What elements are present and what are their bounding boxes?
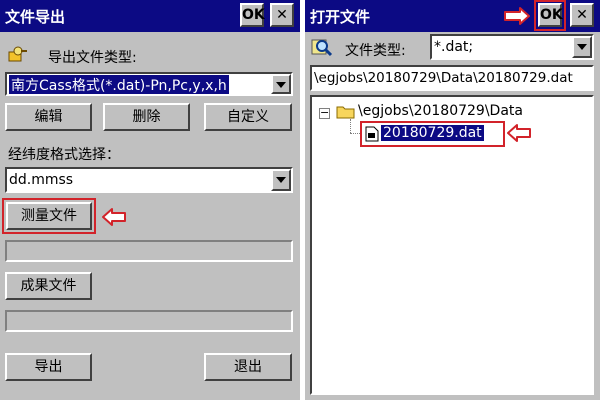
arrow-left-icon xyxy=(507,124,531,142)
tree-file-label[interactable]: 20180729.dat xyxy=(380,124,485,142)
file-tree[interactable]: − \egjobs\20180729\Data 20180729.dat xyxy=(310,95,594,395)
path-field[interactable]: \egjobs\20180729\Data\20180729.dat xyxy=(310,65,594,91)
file-type-label: 文件类型: xyxy=(345,43,406,59)
measure-file-button[interactable]: 测量文件 xyxy=(6,202,92,230)
arrow-right-icon xyxy=(504,7,530,25)
tree-expander[interactable]: − xyxy=(319,107,330,119)
edit-button[interactable]: 编辑 xyxy=(5,103,92,131)
export-button[interactable]: 导出 xyxy=(5,353,92,381)
file-icon xyxy=(365,126,379,146)
open-file-dialog: 打开文件 OK ✕ 文件类型: *.dat; \egjobs\20180729\… xyxy=(305,0,600,400)
export-dialog-titlebar: 文件导出 OK ✕ xyxy=(0,0,300,32)
latlon-format-dropdown-button[interactable] xyxy=(271,169,291,191)
arrow-left-icon xyxy=(102,208,126,226)
export-type-select[interactable]: 南方Cass格式(*.dat)-Pn,Pc,y,x,h xyxy=(5,72,293,96)
tree-folder-label[interactable]: \egjobs\20180729\Data xyxy=(358,103,523,119)
open-file-title: 打开文件 xyxy=(310,8,371,26)
open-close-button[interactable]: ✕ xyxy=(570,3,594,27)
key-icon xyxy=(8,45,28,67)
exit-button[interactable]: 退出 xyxy=(204,353,292,381)
export-type-label: 导出文件类型: xyxy=(48,50,137,66)
path-value: \egjobs\20180729\Data\20180729.dat xyxy=(314,70,573,86)
result-file-button[interactable]: 成果文件 xyxy=(5,272,92,300)
search-icon xyxy=(311,37,333,61)
export-type-dropdown-button[interactable] xyxy=(271,74,291,94)
latlon-format-value: dd.mmss xyxy=(9,172,74,188)
chevron-down-icon xyxy=(276,177,286,183)
export-dialog-title: 文件导出 xyxy=(5,8,66,26)
export-dialog: 文件导出 OK ✕ 导出文件类型: 南方Cass格式(*.dat)-Pn,Pc,… xyxy=(0,0,300,400)
file-type-select[interactable]: *.dat; xyxy=(430,34,594,60)
export-type-value: 南方Cass格式(*.dat)-Pn,Pc,y,x,h xyxy=(9,75,229,94)
latlon-format-label: 经纬度格式选择： xyxy=(8,147,120,163)
delete-button[interactable]: 删除 xyxy=(103,103,190,131)
export-close-button[interactable]: ✕ xyxy=(270,3,294,27)
measure-file-path xyxy=(5,240,293,262)
chevron-down-icon xyxy=(577,44,587,50)
file-type-value: *.dat; xyxy=(434,39,474,55)
export-ok-button[interactable]: OK xyxy=(240,3,265,27)
chevron-down-icon xyxy=(276,82,286,88)
latlon-format-select[interactable]: dd.mmss xyxy=(5,167,293,193)
result-file-path xyxy=(5,310,293,332)
file-type-dropdown-button[interactable] xyxy=(572,36,592,58)
folder-icon xyxy=(336,104,356,124)
open-ok-button[interactable]: OK xyxy=(538,3,563,27)
custom-button[interactable]: 自定义 xyxy=(204,103,292,131)
open-file-titlebar: 打开文件 OK ✕ xyxy=(305,0,600,32)
